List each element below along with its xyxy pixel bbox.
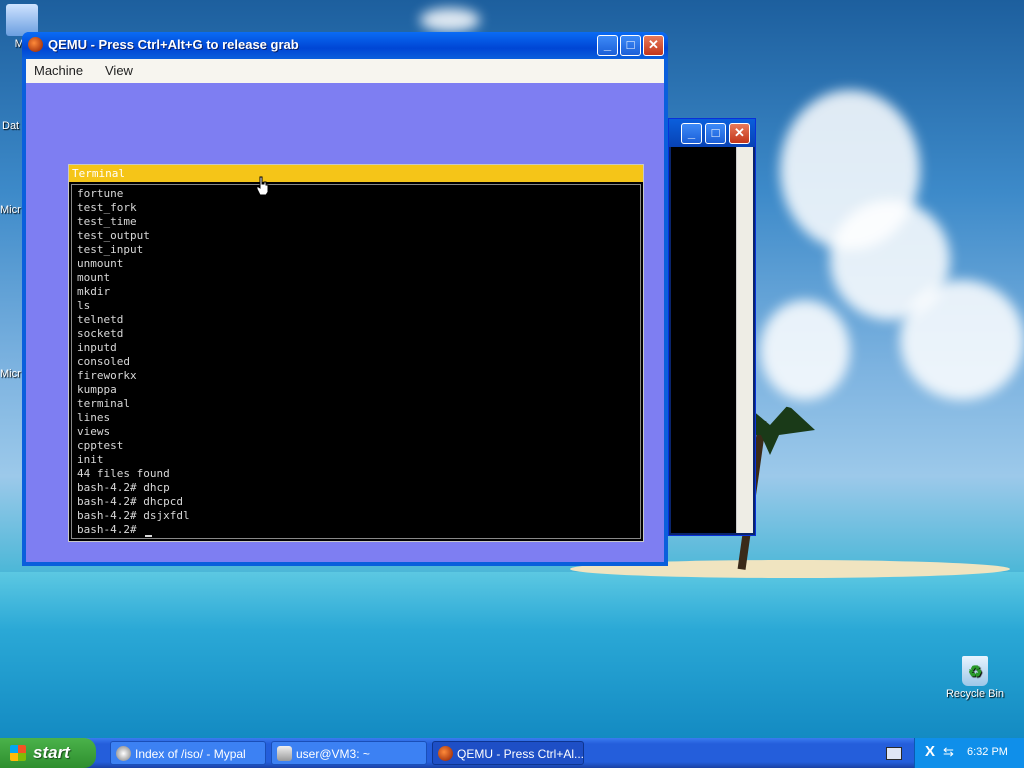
terminal-line: terminal bbox=[77, 397, 130, 410]
terminal-line: lines bbox=[77, 411, 111, 424]
start-button[interactable]: start bbox=[0, 738, 96, 768]
keyboard-icon[interactable] bbox=[886, 747, 902, 760]
terminal-line: test_time bbox=[77, 215, 137, 228]
terminal-lines: fortune test_fork test_time test_output … bbox=[72, 185, 640, 537]
taskbar-item-label: QEMU - Press Ctrl+Al... bbox=[457, 747, 584, 761]
wallpaper-sea bbox=[0, 572, 1024, 740]
maximize-icon[interactable]: □ bbox=[705, 123, 726, 144]
terminal-line: test_input bbox=[77, 243, 144, 256]
terminal-line: cpptest bbox=[77, 439, 124, 452]
recycle-bin-icon: ♻ bbox=[962, 656, 988, 686]
hand-cursor-icon bbox=[256, 176, 269, 196]
terminal-line: bash-4.2# dsjxfdl bbox=[77, 509, 190, 522]
close-button[interactable]: ✕ bbox=[643, 35, 664, 56]
terminal-line: test_fork bbox=[77, 201, 137, 214]
terminal-prompt-line[interactable]: bash-4.2# bbox=[77, 523, 640, 537]
wallpaper-cloud bbox=[760, 300, 850, 400]
background-window[interactable]: _ □ ✕ bbox=[668, 118, 756, 536]
desktop-icon-label: Micr bbox=[0, 204, 21, 216]
taskbar-item-label: user@VM3: ~ bbox=[296, 747, 370, 761]
maximize-button[interactable]: □ bbox=[620, 35, 641, 56]
terminal-line: 44 files found bbox=[77, 467, 170, 480]
terminal-line: consoled bbox=[77, 355, 130, 368]
desktop-icon-label: Dat bbox=[2, 120, 20, 132]
terminal-line: test_output bbox=[77, 229, 150, 242]
terminal-prompt: bash-4.2# bbox=[77, 523, 144, 536]
desktop-icon-recycle-bin[interactable]: ♻ Recycle Bin bbox=[944, 656, 1006, 700]
qemu-window[interactable]: QEMU - Press Ctrl+Alt+G to release grab … bbox=[22, 32, 668, 566]
terminal-line: bash-4.2# dhcp bbox=[77, 481, 170, 494]
menu-bar: Machine View bbox=[26, 59, 664, 83]
terminal-line: socketd bbox=[77, 327, 124, 340]
terminal-line: views bbox=[77, 425, 111, 438]
terminal-icon bbox=[277, 746, 292, 761]
wallpaper-cloud bbox=[900, 280, 1024, 400]
taskbar-item-qemu[interactable]: QEMU - Press Ctrl+Al... bbox=[432, 741, 584, 765]
terminal-line: mkdir bbox=[77, 285, 111, 298]
wallpaper-cloud bbox=[420, 8, 480, 32]
terminal-line: unmount bbox=[77, 257, 124, 270]
background-window-content bbox=[671, 147, 737, 533]
terminal-line: inputd bbox=[77, 341, 117, 354]
qemu-titlebar[interactable]: QEMU - Press Ctrl+Alt+G to release grab … bbox=[22, 32, 668, 59]
terminal-line: fireworkx bbox=[77, 369, 137, 382]
windows-logo-icon bbox=[10, 745, 26, 761]
clock[interactable]: 6:32 PM bbox=[967, 746, 1008, 758]
qemu-icon bbox=[438, 746, 453, 761]
system-tray: X ⇆ 6:32 PM bbox=[914, 738, 1024, 768]
taskbar-item-label: Index of /iso/ - Mypal bbox=[135, 747, 246, 761]
guest-display[interactable]: Terminal fortune test_fork test_time tes… bbox=[26, 83, 664, 562]
terminal-line: ls bbox=[77, 299, 91, 312]
minimize-icon[interactable]: _ bbox=[681, 123, 702, 144]
window-title: QEMU - Press Ctrl+Alt+G to release grab bbox=[48, 37, 299, 52]
terminal-line: bash-4.2# dhcpcd bbox=[77, 495, 183, 508]
guest-terminal-window[interactable]: Terminal fortune test_fork test_time tes… bbox=[68, 164, 644, 542]
terminal-line: mount bbox=[77, 271, 111, 284]
terminal-line: kumppa bbox=[77, 383, 117, 396]
guest-terminal-title[interactable]: Terminal bbox=[69, 165, 643, 182]
qemu-icon bbox=[28, 37, 43, 52]
text-cursor bbox=[145, 535, 153, 537]
vertical-scrollbar[interactable] bbox=[736, 147, 753, 533]
start-label: start bbox=[33, 743, 70, 762]
terminal-line: init bbox=[77, 453, 104, 466]
terminal-line: fortune bbox=[77, 187, 124, 200]
taskbar: start Index of /iso/ - Mypal user@VM3: ~… bbox=[0, 738, 1024, 768]
menu-machine[interactable]: Machine bbox=[34, 63, 83, 78]
browser-icon bbox=[116, 746, 131, 761]
background-window-titlebar[interactable]: _ □ ✕ bbox=[669, 119, 755, 147]
x-server-icon[interactable]: X bbox=[925, 743, 935, 760]
close-icon[interactable]: ✕ bbox=[729, 123, 750, 144]
minimize-button[interactable]: _ bbox=[597, 35, 618, 56]
menu-view[interactable]: View bbox=[105, 63, 133, 78]
desktop-icon-label: Micr bbox=[0, 368, 21, 380]
desktop-icon-label: Recycle Bin bbox=[945, 688, 1005, 700]
terminal-line: telnetd bbox=[77, 313, 124, 326]
taskbar-item-mypal[interactable]: Index of /iso/ - Mypal bbox=[110, 741, 266, 765]
taskbar-item-terminal[interactable]: user@VM3: ~ bbox=[271, 741, 427, 765]
network-icon[interactable]: ⇆ bbox=[943, 744, 954, 760]
guest-terminal-output[interactable]: fortune test_fork test_time test_output … bbox=[71, 184, 641, 539]
